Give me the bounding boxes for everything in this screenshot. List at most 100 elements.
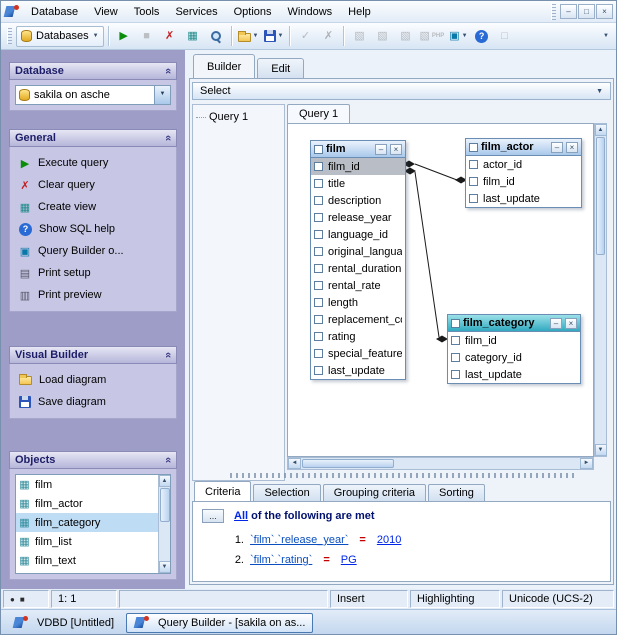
minimize-table-icon[interactable]: – [551,141,563,153]
sidebar-item-show-sql-help[interactable]: ? Show SQL help [15,218,171,240]
scroll-down-icon[interactable]: ▼ [594,444,607,456]
criteria-field-link[interactable]: `film`.`rating` [250,554,312,566]
all-any-link[interactable]: All [234,510,248,522]
help-button[interactable]: ? [471,25,493,47]
table-checkbox[interactable] [469,142,478,152]
field-row[interactable]: description [311,192,405,209]
close-table-icon[interactable]: × [565,317,577,329]
collapse-chevron-icon[interactable]: « [162,457,174,463]
objects-list-item[interactable]: ▦ film_text [16,551,158,570]
objects-list-item[interactable]: ▦ film_category [16,513,158,532]
field-checkbox[interactable] [314,281,323,290]
scroll-down-icon[interactable]: ▼ [158,561,170,573]
condition-menu-button[interactable]: ... [202,509,224,523]
field-checkbox[interactable] [314,332,323,341]
collapse-chevron-icon[interactable]: « [162,352,174,358]
minimize-button[interactable]: – [560,4,577,19]
execute-query-button[interactable]: ▶ [113,25,135,47]
criteria-tab[interactable]: Criteria [194,481,252,502]
scroll-up-icon[interactable]: ▲ [158,475,170,487]
criteria-field-link[interactable]: `film`.`release_year` [250,534,348,546]
query-page-tab[interactable]: Query 1 [287,104,351,123]
field-row[interactable]: release_year [311,209,405,226]
splitter-handle[interactable] [230,473,575,478]
scrollbar-thumb[interactable] [302,459,394,468]
field-row[interactable]: rental_duration [311,260,405,277]
field-checkbox[interactable] [314,179,323,188]
scrollbar-thumb[interactable] [596,137,605,255]
window-list-button[interactable]: □ [494,25,516,47]
field-row[interactable]: title [311,175,405,192]
field-row[interactable]: actor_id [466,156,581,173]
horizontal-scrollbar[interactable]: ◄ ► [287,457,594,470]
field-checkbox[interactable] [314,349,323,358]
field-checkbox[interactable] [314,264,323,273]
scroll-right-icon[interactable]: ► [580,458,593,469]
scroll-up-icon[interactable]: ▲ [594,124,607,136]
objects-scrollbar[interactable]: ▲ ▼ [158,475,170,573]
sidebar-item-execute-query[interactable]: ▶ Execute query [15,152,171,174]
objects-list-item[interactable]: ▦ film [16,475,158,494]
taskbar-item[interactable]: Query Builder - [sakila on as... [126,612,314,633]
menu-item[interactable]: View [86,3,126,21]
visual-builder-panel-header[interactable]: Visual Builder « [9,346,177,364]
criteria-tab[interactable]: Selection [253,484,321,502]
menu-item[interactable]: Help [340,3,379,21]
chevron-down-icon[interactable]: ▼ [154,86,170,104]
sidebar-item-query-builder-options[interactable]: ▣ Query Builder o... [15,240,171,262]
create-view-button[interactable]: ▦ [182,25,204,47]
query-tree-item[interactable]: Query 1 [196,111,281,123]
collapse-chevron-icon[interactable]: « [162,135,174,141]
minimize-table-icon[interactable]: – [375,143,387,155]
table-window-titlebar[interactable]: film_category – × [448,315,580,332]
menu-item[interactable]: Database [23,3,86,21]
collapse-chevron-icon[interactable]: « [162,68,174,74]
criteria-tab[interactable]: Sorting [428,484,485,502]
sidebar-item-load-diagram[interactable]: Load diagram [15,369,171,391]
sidebar-item-create-view[interactable]: ▦ Create view [15,196,171,218]
export-results-button[interactable]: ▧ [348,25,370,47]
load-diagram-button[interactable]: ▼ [236,25,261,47]
field-checkbox[interactable] [314,213,323,222]
field-checkbox[interactable] [314,196,323,205]
sidebar-item-save-diagram[interactable]: Save diagram [15,391,171,413]
field-row[interactable]: last_update [311,362,405,379]
field-checkbox[interactable] [469,194,478,203]
menu-item[interactable]: Options [226,3,280,21]
sidebar-item-print-setup[interactable]: ▤ Print setup [15,262,171,284]
page-tab[interactable]: Edit [257,58,305,78]
field-row[interactable]: replacement_co [311,311,405,328]
export-as-button[interactable]: ▣ ▼ [447,25,469,47]
close-table-icon[interactable]: × [566,141,578,153]
database-select[interactable]: sakila on asche ▼ [15,85,171,105]
criteria-tab[interactable]: Grouping criteria [322,484,427,502]
general-panel-header[interactable]: General « [9,129,177,147]
database-panel-header[interactable]: Database « [9,62,177,80]
diagram-canvas[interactable]: film – × film_id title description relea… [287,123,594,457]
field-checkbox[interactable] [451,353,460,362]
field-checkbox[interactable] [469,177,478,186]
table-window-titlebar[interactable]: film_actor – × [466,139,581,156]
field-checkbox[interactable] [314,162,323,171]
field-row[interactable]: language_id [311,226,405,243]
export-html-button[interactable]: ▧ [394,25,416,47]
table-window-film-actor[interactable]: film_actor – × actor_id film_id last_upd… [465,138,582,208]
sidebar-item-print-preview[interactable]: ▥ Print preview [15,284,171,306]
clear-query-button[interactable]: ✗ [159,25,181,47]
scrollbar-thumb[interactable] [159,488,170,522]
cancel-button[interactable]: ✗ [317,25,339,47]
table-window-film-category[interactable]: film_category – × film_id category_id la… [447,314,581,384]
page-tab[interactable]: Builder [193,54,256,78]
criteria-value-link[interactable]: 2010 [377,534,401,546]
apply-button[interactable]: ✓ [294,25,316,47]
criteria-value-link[interactable]: PG [341,554,357,566]
export-excel-button[interactable]: ▧ [371,25,393,47]
table-window-film[interactable]: film – × film_id title description relea… [310,140,406,380]
close-button[interactable]: × [596,4,613,19]
menu-item[interactable]: Services [167,3,225,21]
field-checkbox[interactable] [314,298,323,307]
field-checkbox[interactable] [314,247,323,256]
field-row[interactable]: film_id [448,332,580,349]
criteria-operator-link[interactable]: = [354,534,370,546]
field-checkbox[interactable] [469,160,478,169]
